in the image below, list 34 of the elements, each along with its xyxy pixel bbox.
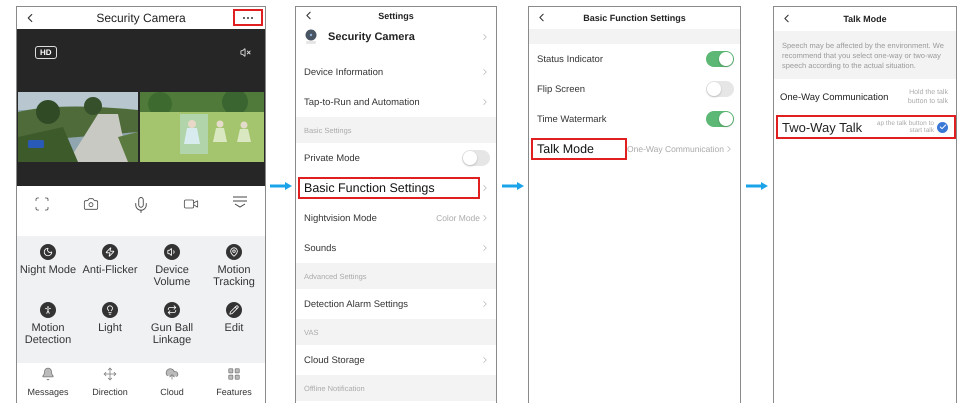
row-value: Color Mode [436, 213, 480, 223]
row-label: Talk Mode [531, 138, 627, 160]
hd-badge[interactable]: HD [35, 46, 57, 58]
feature-label[interactable]: Device Volume [143, 264, 201, 288]
row-label: Cloud Storage [303, 354, 366, 368]
row-label: Basic Function Settings [298, 177, 480, 199]
option-label: Two-Way Talk [782, 120, 862, 134]
row-label: Status Indicator [536, 52, 604, 66]
row-label: Device Information [303, 66, 384, 80]
device-name: Security Camera [328, 31, 415, 43]
tab-button[interactable]: Features [204, 367, 264, 397]
feature-label[interactable]: Night Mode [20, 264, 76, 276]
feature-label[interactable]: Anti-Flicker [82, 264, 138, 276]
screen-title: Talk Mode [843, 14, 887, 24]
row-label: Private Mode [303, 152, 361, 166]
screen-title: Settings [378, 11, 414, 21]
feature-label[interactable]: Motion Detection [19, 322, 77, 346]
row-label: Nightvision Mode [303, 212, 378, 226]
row-label: Sounds [303, 242, 338, 256]
row-label: Tap-to-Run and Automation [303, 96, 421, 110]
screen-title: Basic Function Settings [583, 13, 686, 23]
feature-label[interactable]: Light [98, 322, 122, 334]
option-label: One-Way Communication [780, 92, 888, 102]
feature-label[interactable]: Motion Tracking [205, 264, 263, 288]
tab-button[interactable]: Direction [80, 367, 140, 397]
row-value: One-Way Communication [627, 144, 724, 154]
row-label: Flip Screen [536, 82, 586, 96]
tab-button[interactable]: Messages [18, 367, 78, 397]
row-label: Detection Alarm Settings [303, 298, 410, 312]
row-label: Time Watermark [536, 112, 608, 126]
screen-title: Security Camera [96, 11, 186, 25]
feature-label[interactable]: Edit [224, 322, 244, 334]
feature-label[interactable]: Gun Ball Linkage [143, 322, 201, 346]
tab-button[interactable]: Cloud [142, 367, 202, 397]
